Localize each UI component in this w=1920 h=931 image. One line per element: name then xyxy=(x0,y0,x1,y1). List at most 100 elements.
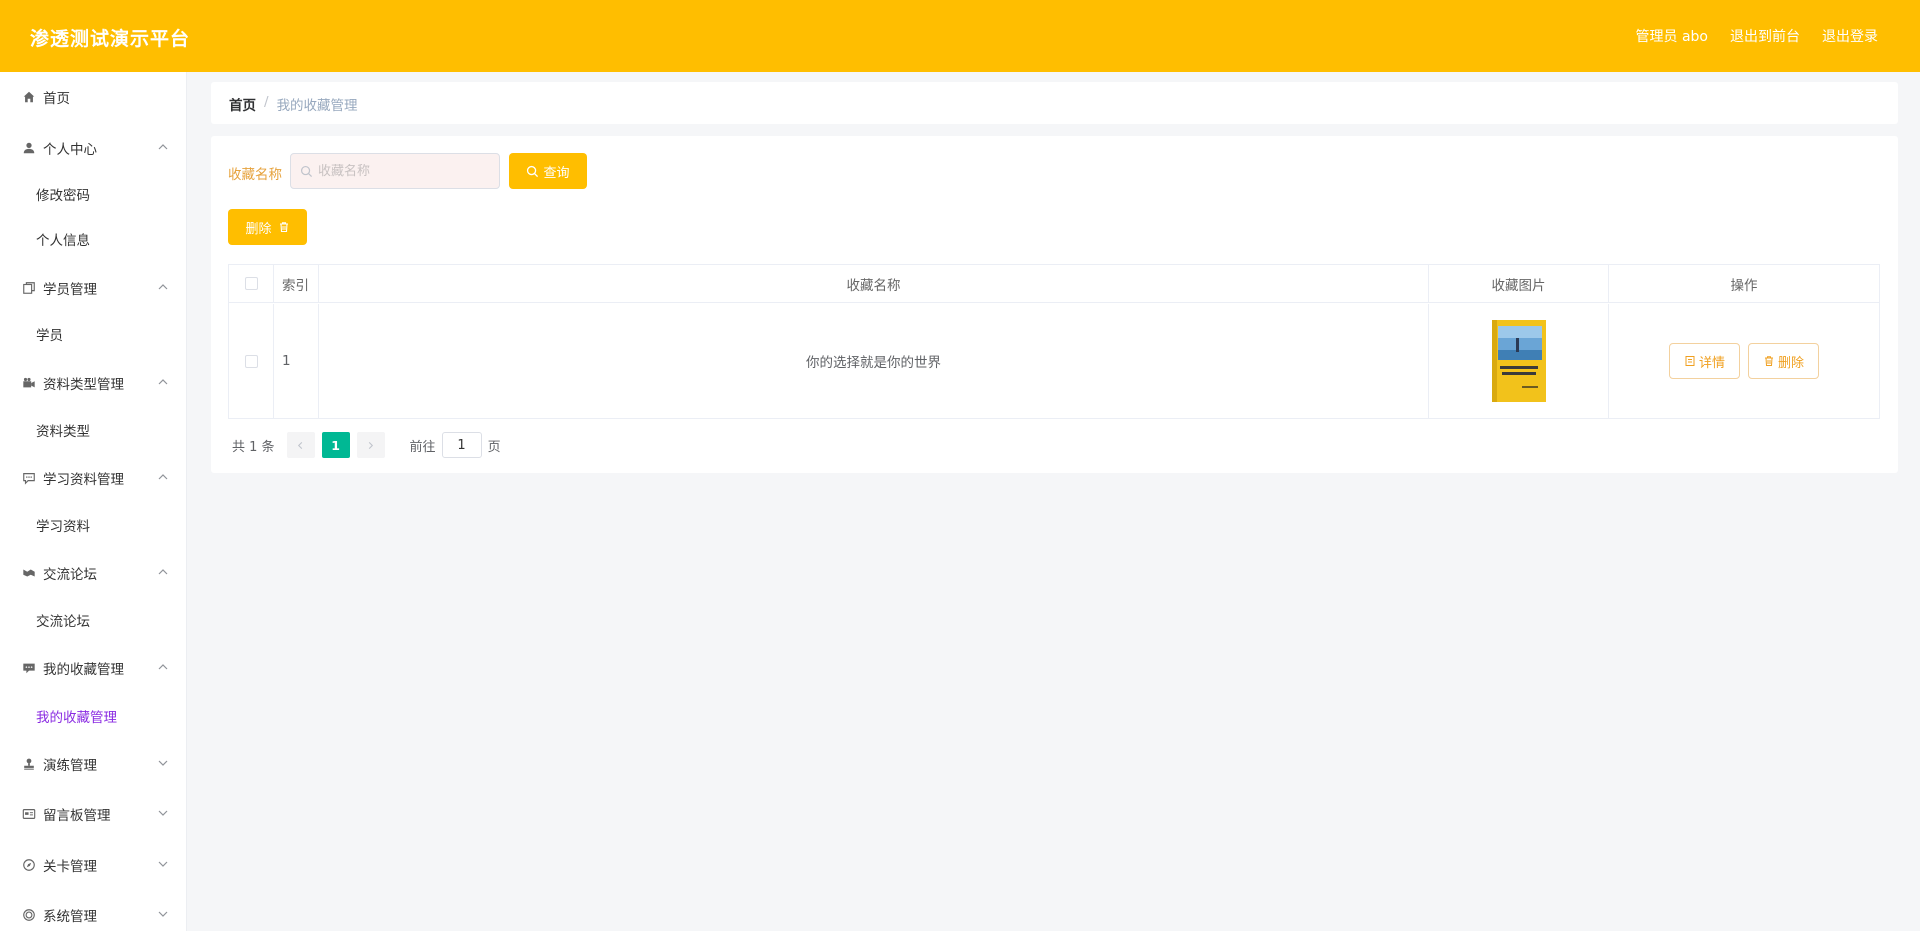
sidebar-item-study-material-management[interactable]: 学习资料管理 xyxy=(0,459,186,497)
trash-icon xyxy=(1764,356,1773,366)
row-checkbox[interactable] xyxy=(244,354,258,368)
row-select-cell xyxy=(229,304,274,418)
sidebar-subitem-study-material[interactable]: 学习资料 xyxy=(0,507,186,543)
sidebar-subitem-favorites[interactable]: 我的收藏管理 xyxy=(0,698,186,734)
sidebar-item-exercise-management[interactable]: 演练管理 xyxy=(0,745,186,783)
chevron-down-icon xyxy=(157,757,169,769)
chevron-up-icon xyxy=(157,471,169,483)
sidebar-item-label: 资料类型管理 xyxy=(43,377,124,393)
stamp-icon xyxy=(21,756,37,772)
trash-icon xyxy=(279,222,288,233)
breadcrumb-home[interactable]: 首页 xyxy=(229,94,256,114)
message-icon xyxy=(21,470,37,486)
goto-unit: 页 xyxy=(487,439,501,455)
chevron-right-icon xyxy=(368,441,374,449)
sidebar-subitem-material-type[interactable]: 资料类型 xyxy=(0,412,186,448)
sidebar-item-message-board-management[interactable]: 留言板管理 xyxy=(0,795,186,833)
sidebar-item-level-management[interactable]: 关卡管理 xyxy=(0,846,186,884)
logout-link[interactable]: 退出登录 xyxy=(1822,26,1878,46)
row-name: 你的选择就是你的世界 xyxy=(319,304,1429,418)
sidebar-item-student-management[interactable]: 学员管理 xyxy=(0,269,186,307)
sidebar-subitem-personal-info[interactable]: 个人信息 xyxy=(0,221,186,257)
sidebar-item-home[interactable]: 首页 xyxy=(0,78,186,116)
chevron-up-icon xyxy=(157,281,169,293)
goto-page-input[interactable] xyxy=(441,432,482,458)
sidebar-item-personal-center[interactable]: 个人中心 xyxy=(0,129,186,167)
search-icon xyxy=(527,165,539,177)
chevron-up-icon xyxy=(157,376,169,388)
chat-icon xyxy=(21,660,37,676)
search-input[interactable] xyxy=(318,163,488,179)
document-icon xyxy=(1685,356,1695,366)
table-header-row: 索引 收藏名称 收藏图片 操作 xyxy=(229,265,1879,303)
breadcrumb-current: 我的收藏管理 xyxy=(276,98,358,114)
sidebar-item-forum[interactable]: 交流论坛 xyxy=(0,554,186,592)
pagination-total: 共 1 条 xyxy=(232,439,275,455)
search-field[interactable] xyxy=(290,153,500,189)
sidebar-item-label: 我的收藏管理 xyxy=(43,662,124,678)
target-icon xyxy=(21,907,37,923)
column-header-image: 收藏图片 xyxy=(1429,265,1609,302)
page-number-current[interactable]: 1 xyxy=(321,432,350,458)
header-actions: 管理员 abo 退出到前台 退出登录 xyxy=(1636,26,1878,46)
sidebar-item-label: 学员管理 xyxy=(43,282,97,298)
video-icon xyxy=(21,565,37,581)
pagination: 共 1 条 1 前往 页 xyxy=(232,432,501,458)
sidebar-item-label: 学习资料管理 xyxy=(43,472,124,488)
goto-label: 前往 xyxy=(409,439,436,455)
user-icon xyxy=(21,140,37,156)
content-panel: 收藏名称 查询 删除 索引 收藏名称 收藏图片 操作 1 你的选择就是你的世界 xyxy=(211,136,1898,473)
row-detail-label: 详情 xyxy=(1698,355,1725,371)
batch-delete-button[interactable]: 删除 xyxy=(228,209,307,245)
sidebar-item-label: 交流论坛 xyxy=(43,567,97,583)
sidebar-item-material-type-management[interactable]: 资料类型管理 xyxy=(0,364,186,402)
row-detail-button[interactable]: 详情 xyxy=(1669,343,1740,379)
search-button[interactable]: 查询 xyxy=(509,153,587,189)
sidebar-item-label: 演练管理 xyxy=(43,758,97,774)
sidebar-item-label: 个人中心 xyxy=(43,142,97,158)
sidebar-subitem-change-password[interactable]: 修改密码 xyxy=(0,176,186,212)
breadcrumb-bar: 首页 / 我的收藏管理 xyxy=(211,82,1898,124)
row-delete-label: 删除 xyxy=(1777,355,1804,371)
exit-to-front-link[interactable]: 退出到前台 xyxy=(1730,26,1800,46)
search-label: 收藏名称 xyxy=(228,167,282,183)
row-delete-button[interactable]: 删除 xyxy=(1748,343,1819,379)
sidebar-subitem-forum[interactable]: 交流论坛 xyxy=(0,602,186,638)
row-index: 1 xyxy=(274,304,319,418)
sidebar-item-favorites-management[interactable]: 我的收藏管理 xyxy=(0,649,186,687)
search-button-label: 查询 xyxy=(543,165,570,181)
sidebar-item-system-management[interactable]: 系统管理 xyxy=(0,896,186,931)
compass-icon xyxy=(21,857,37,873)
postcard-icon xyxy=(21,806,37,822)
column-header-index: 索引 xyxy=(274,265,319,302)
sidebar-item-label: 留言板管理 xyxy=(43,808,111,824)
sidebar: 首页 个人中心 修改密码 个人信息 学员管理 学员 资料类型管理 资料类型 学习… xyxy=(0,72,187,931)
header-select-all-cell xyxy=(229,265,274,302)
prev-page-button[interactable] xyxy=(286,432,315,458)
column-header-name: 收藏名称 xyxy=(319,265,1429,302)
sidebar-item-label: 首页 xyxy=(43,91,70,107)
select-all-checkbox[interactable] xyxy=(244,277,258,290)
camera-icon xyxy=(21,375,37,391)
chevron-down-icon xyxy=(157,908,169,920)
table-row: 1 你的选择就是你的世界 详情 删除 xyxy=(229,304,1879,418)
breadcrumb-separator: / xyxy=(264,94,269,110)
app-title: 渗透测试演示平台 xyxy=(30,28,191,50)
chevron-down-icon xyxy=(157,858,169,870)
search-icon xyxy=(300,165,313,177)
chevron-up-icon xyxy=(157,661,169,673)
current-user-label: 管理员 abo xyxy=(1635,29,1708,45)
book-cover-image[interactable] xyxy=(1488,318,1550,404)
chevron-up-icon xyxy=(157,141,169,153)
sidebar-item-label: 关卡管理 xyxy=(43,859,97,875)
row-actions-cell: 详情 删除 xyxy=(1609,304,1879,418)
column-header-actions: 操作 xyxy=(1730,277,1758,294)
sidebar-subitem-student[interactable]: 学员 xyxy=(0,316,186,352)
next-page-button[interactable] xyxy=(356,432,385,458)
home-icon xyxy=(21,89,37,105)
row-image-cell xyxy=(1429,304,1609,418)
chevron-up-icon xyxy=(157,566,169,578)
sidebar-item-label: 系统管理 xyxy=(43,909,97,925)
favorites-table: 索引 收藏名称 收藏图片 操作 1 你的选择就是你的世界 详情 删除 xyxy=(228,264,1880,419)
breadcrumb: 首页 / 我的收藏管理 xyxy=(229,94,358,114)
